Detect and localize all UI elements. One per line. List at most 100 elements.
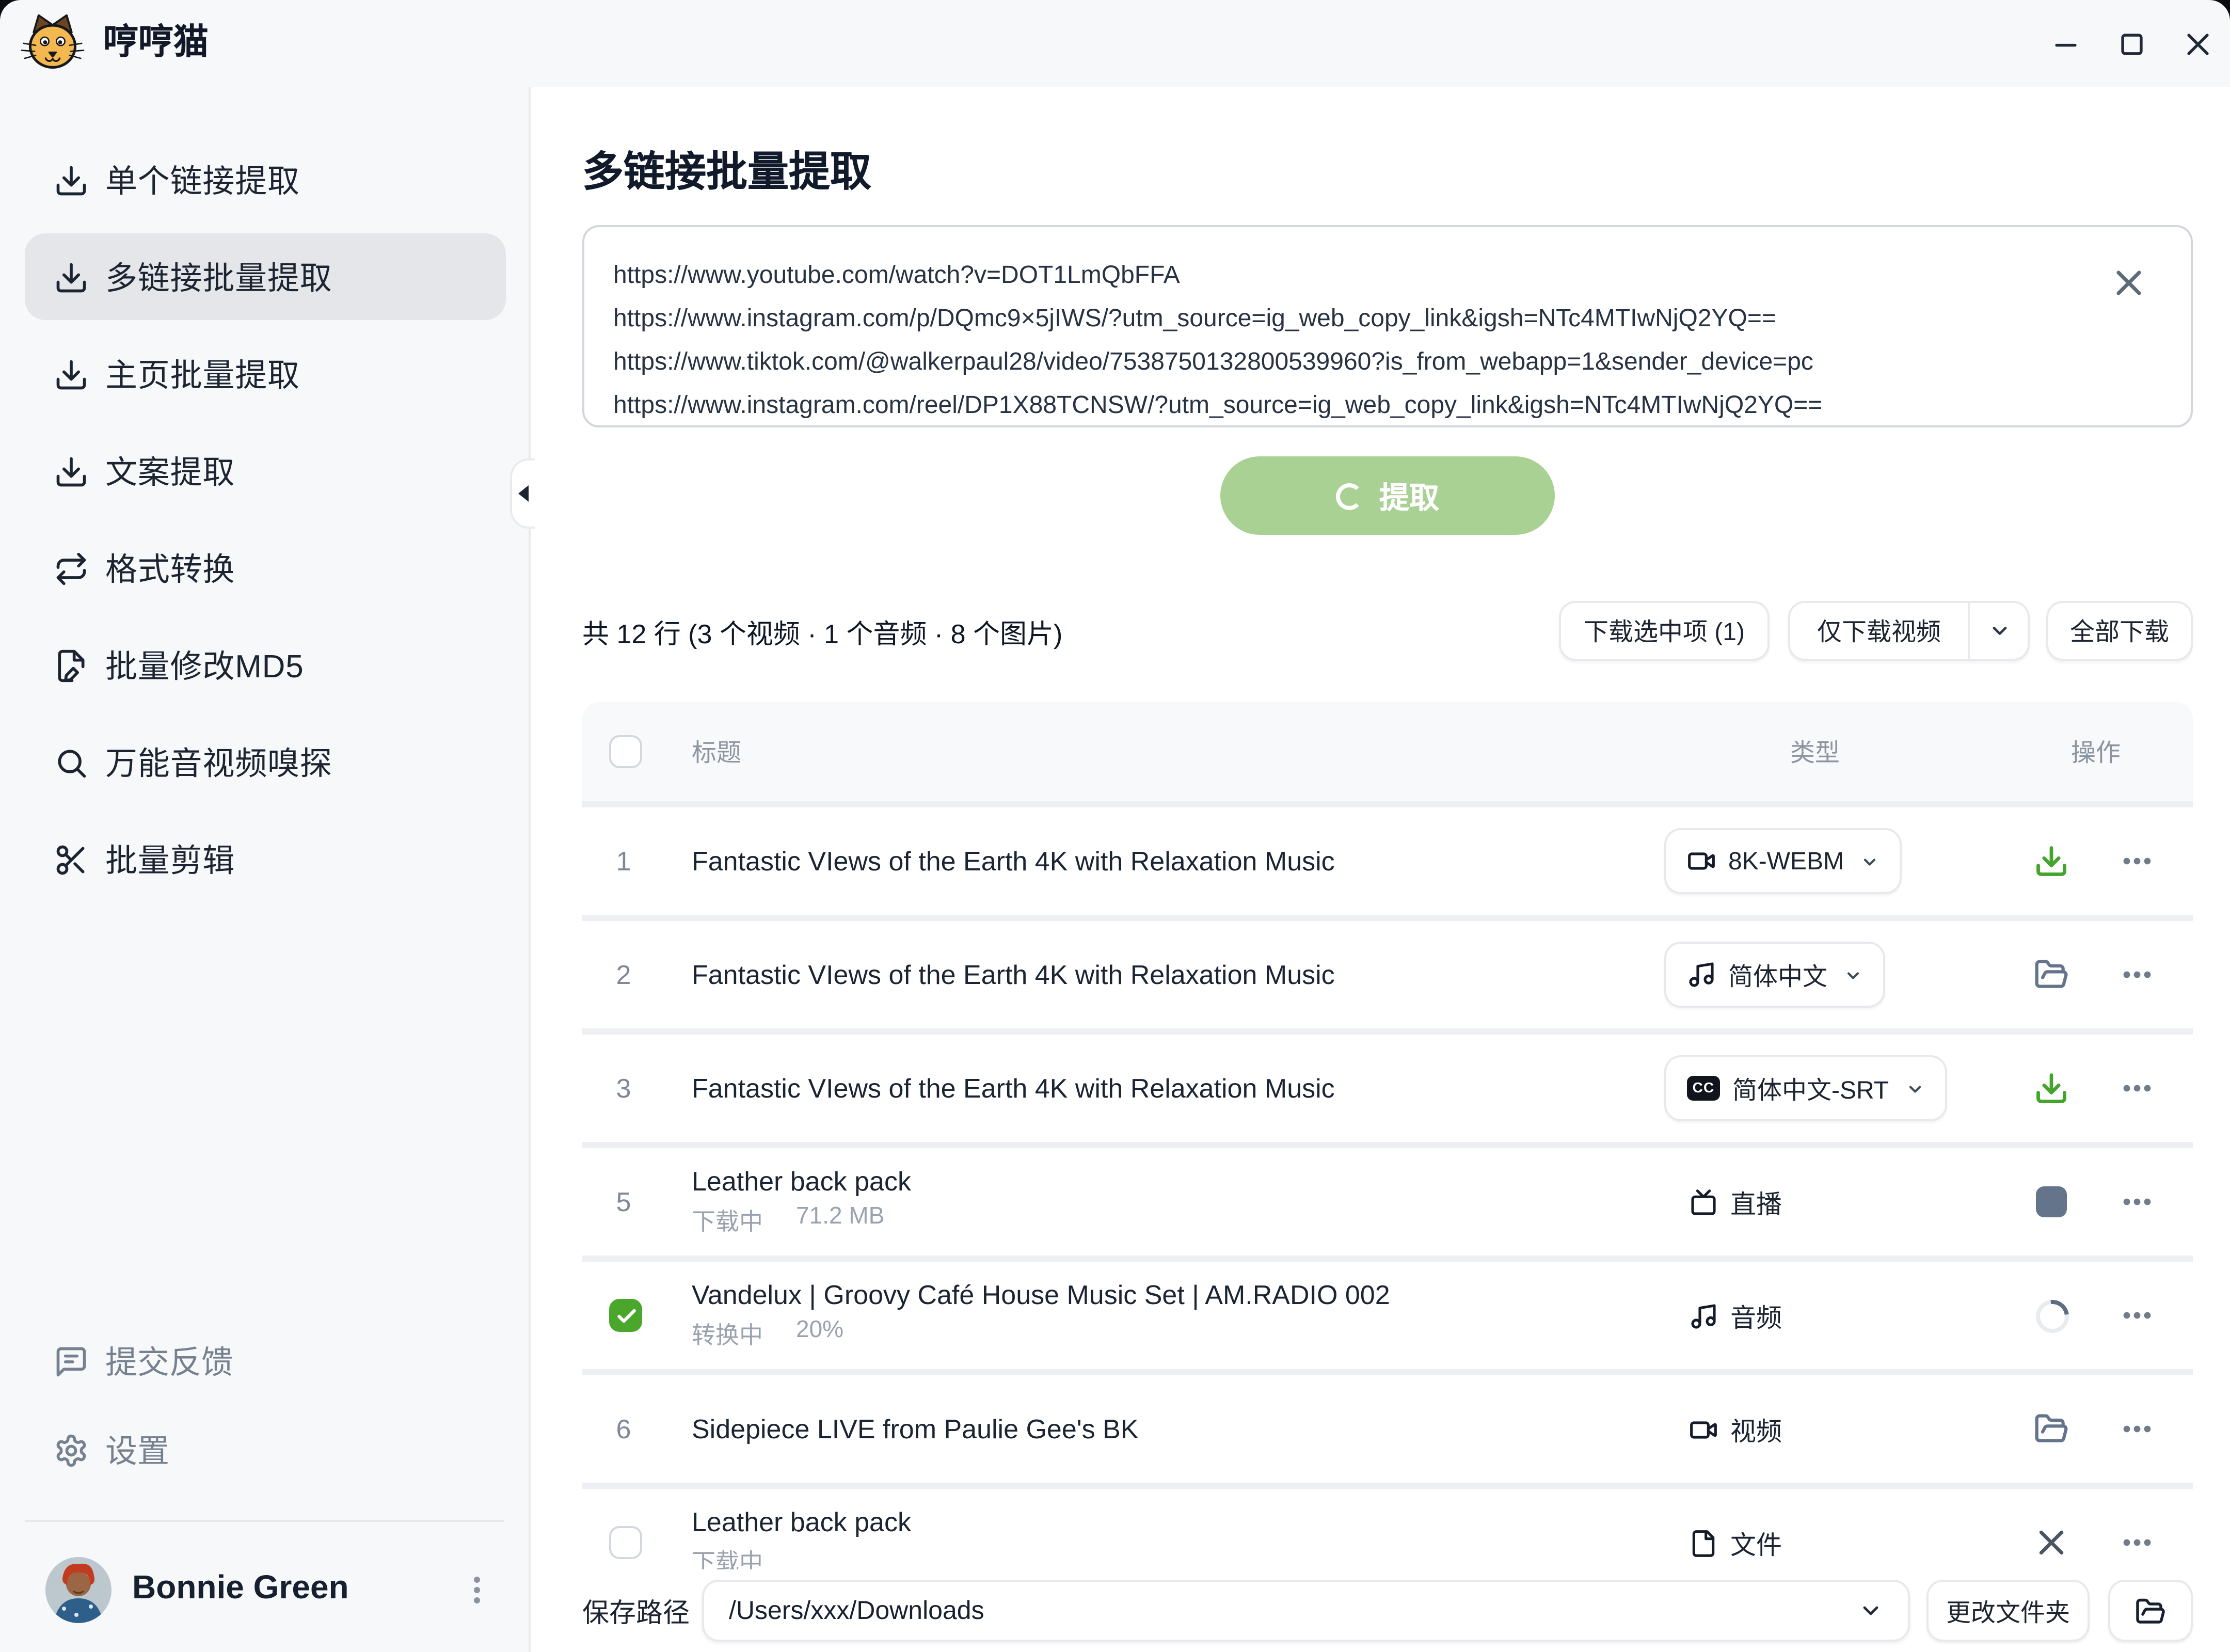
chevron-down-icon (1905, 1079, 1924, 1098)
clear-input-icon[interactable] (2112, 266, 2145, 299)
sidebar-collapse-handle[interactable] (510, 458, 535, 529)
row-status: 转换中 20% (692, 1319, 1656, 1352)
type-label: 直播 (1730, 1182, 1782, 1221)
open-folder-button[interactable] (2034, 1411, 2069, 1447)
avatar (45, 1557, 112, 1623)
user-menu-kebab-icon[interactable] (460, 1574, 493, 1607)
row-menu-button[interactable] (2121, 1185, 2154, 1218)
download-button[interactable] (2034, 1071, 2069, 1106)
music-icon (1687, 960, 1716, 989)
summary-text: 共 12 行 (3 个视频 · 1 个音频 · 8 个图片) (582, 611, 1062, 650)
scissors-icon (54, 841, 89, 877)
sidebar-item-label: 万能音视频嗅探 (105, 739, 332, 785)
url-input-value: https://www.youtube.com/watch?v=DOT1LmQb… (613, 254, 2108, 421)
download-all-button[interactable]: 全部下载 (2046, 601, 2193, 661)
repeat-icon (54, 550, 89, 585)
sidebar-item-copy-extract[interactable]: 文案提取 (25, 427, 506, 514)
results-table: 标题 类型 操作 1 Fantastic VIews of the Earth … (582, 702, 2193, 1602)
row-checkbox[interactable] (609, 1526, 642, 1559)
sidebar-item-label: 提交反馈 (105, 1338, 233, 1384)
sidebar-item-label: 批量剪辑 (105, 836, 235, 882)
file-pen-icon (54, 647, 89, 682)
sidebar-item-batch-edit[interactable]: 批量剪辑 (25, 816, 506, 902)
extract-button[interactable]: 提取 (1220, 456, 1555, 535)
column-header-type: 类型 (1790, 734, 1840, 769)
video-icon (1687, 847, 1716, 876)
download-videos-only-button[interactable]: 仅下载视频 (1788, 601, 2030, 661)
download-icon (54, 356, 89, 391)
status-detail: 71.2 MB (796, 1205, 884, 1238)
app-logo-cat-icon (21, 10, 85, 74)
sidebar-item-single-link-extract[interactable]: 单个链接提取 (25, 136, 506, 223)
titlebar: 哼哼猫 (0, 0, 2230, 87)
main-content: 多链接批量提取 https://www.youtube.com/watch?v=… (531, 87, 2230, 1652)
chevron-down-icon[interactable] (1970, 620, 2028, 642)
maximize-button[interactable] (2118, 31, 2145, 58)
download-selected-button[interactable]: 下载选中项 (1) (1559, 601, 1770, 661)
chevron-down-icon (1860, 852, 1879, 870)
row-menu-button[interactable] (2121, 958, 2154, 991)
message-icon (54, 1343, 89, 1378)
format-select[interactable]: 8K-WEBM (1664, 828, 1902, 894)
row-title: Leather back pack (692, 1506, 1656, 1537)
type-cell: 视频 (1689, 1409, 1782, 1449)
sidebar-item-feedback[interactable]: 提交反馈 (0, 1317, 529, 1404)
sidebar-item-media-sniffer[interactable]: 万能音视频嗅探 (25, 719, 506, 805)
cancel-button[interactable] (2034, 1525, 2069, 1560)
row-number: 6 (595, 1413, 652, 1444)
open-folder-button[interactable] (2108, 1580, 2193, 1642)
type-label: 视频 (1730, 1409, 1782, 1449)
sidebar-item-settings[interactable]: 设置 (0, 1406, 529, 1493)
row-number: 3 (595, 1073, 652, 1104)
download-button[interactable] (2034, 844, 2069, 879)
row-title: Leather back pack (692, 1166, 1656, 1197)
format-select[interactable]: CC 简体中文-SRT (1664, 1055, 1947, 1121)
row-checkbox[interactable] (609, 1299, 642, 1332)
row-menu-button[interactable] (2121, 1299, 2154, 1332)
save-path-label: 保存路径 (582, 1591, 690, 1630)
save-path-select[interactable]: /Users/xxx/Downloads (702, 1580, 1910, 1642)
format-select-value: 8K-WEBM (1728, 847, 1844, 876)
video-icon (1689, 1415, 1718, 1443)
sidebar-item-label: 单个链接提取 (105, 157, 300, 202)
download-icon (54, 453, 89, 488)
row-title: Fantastic VIews of the Earth 4K with Rel… (692, 959, 1656, 990)
user-name: Bonnie Green (132, 1571, 349, 1609)
row-title: Fantastic VIews of the Earth 4K with Rel… (692, 846, 1656, 877)
sidebar-item-batch-md5[interactable]: 批量修改MD5 (25, 622, 506, 708)
format-select[interactable]: 简体中文 (1664, 942, 1885, 1008)
row-title: Fantastic VIews of the Earth 4K with Rel… (692, 1073, 1656, 1104)
sidebar-item-format-convert[interactable]: 格式转换 (25, 525, 506, 611)
spinner-icon (2028, 1292, 2075, 1339)
close-button[interactable] (2185, 31, 2211, 58)
folder-open-icon (2135, 1595, 2166, 1626)
app-window: 哼哼猫 单个链接提取 多链接批量提取 (0, 0, 2230, 1652)
change-folder-button[interactable]: 更改文件夹 (1926, 1580, 2090, 1642)
table-row: 3 Fantastic VIews of the Earth 4K with R… (582, 1035, 2193, 1148)
url-input[interactable]: https://www.youtube.com/watch?v=DOT1LmQb… (582, 225, 2193, 427)
sidebar-item-label: 主页批量提取 (105, 351, 300, 396)
format-select-value: 简体中文 (1728, 957, 1827, 992)
row-menu-button[interactable] (2121, 1412, 2154, 1446)
sidebar-item-homepage-batch-extract[interactable]: 主页批量提取 (25, 330, 506, 417)
open-folder-button[interactable] (2034, 957, 2069, 992)
status-detail: 20% (796, 1319, 843, 1352)
row-menu-button[interactable] (2121, 845, 2154, 878)
row-menu-button[interactable] (2121, 1072, 2154, 1105)
stop-button[interactable] (2034, 1184, 2069, 1219)
chevron-down-icon (1858, 1598, 1883, 1623)
download-icon (54, 259, 89, 294)
sidebar-item-multi-link-batch-extract[interactable]: 多链接批量提取 (25, 233, 506, 320)
sidebar-item-label: 批量修改MD5 (105, 642, 304, 688)
stop-icon (2036, 1186, 2067, 1217)
table-row: 5 Leather back pack 下载中 71.2 MB 直播 (582, 1148, 2193, 1262)
row-menu-button[interactable] (2121, 1526, 2154, 1559)
minimize-button[interactable] (2052, 31, 2079, 58)
select-all-checkbox[interactable] (609, 735, 642, 768)
user-profile[interactable]: Bonnie Green (0, 1545, 529, 1635)
chevron-left-icon (518, 485, 529, 502)
sidebar-item-label: 文案提取 (105, 448, 235, 494)
table-row: 2 Fantastic VIews of the Earth 4K with R… (582, 921, 2193, 1035)
row-number: 5 (595, 1186, 652, 1217)
download-icon (54, 162, 89, 197)
